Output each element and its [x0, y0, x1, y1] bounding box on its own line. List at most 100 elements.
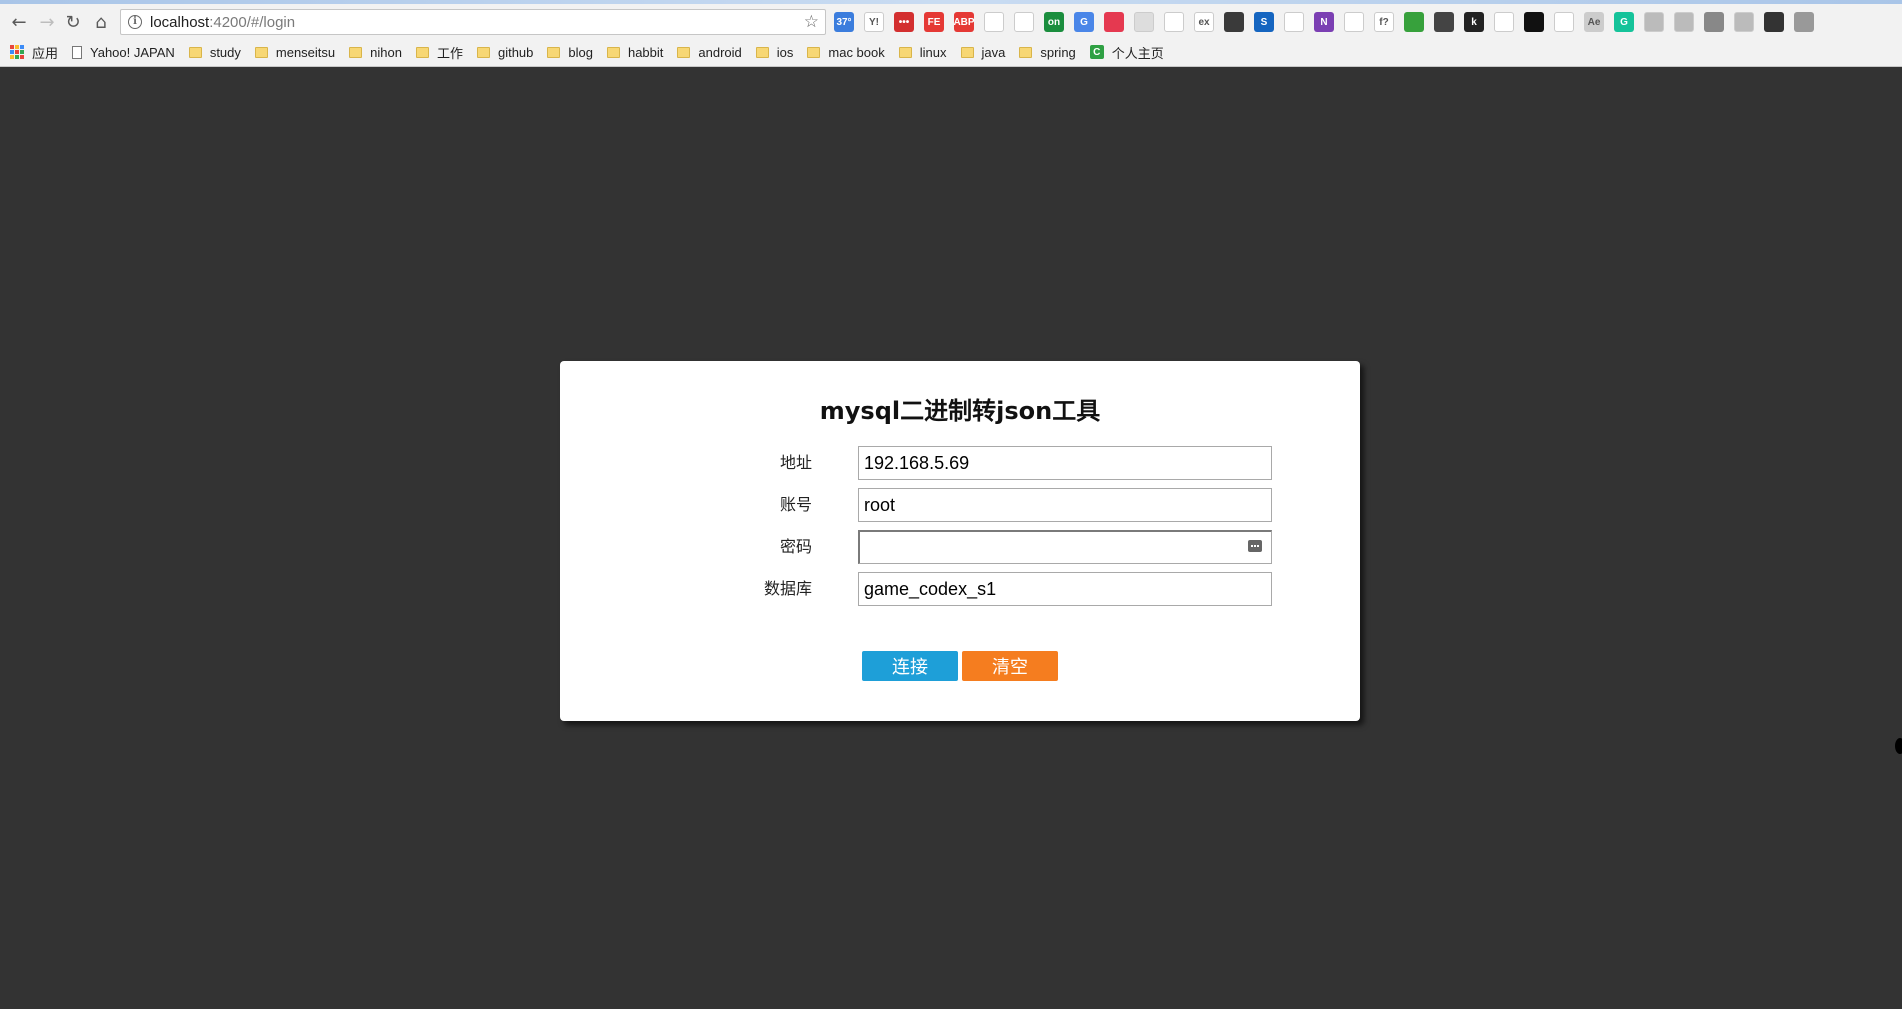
bookmark-label: blog: [568, 44, 593, 60]
info-icon[interactable]: i: [128, 15, 142, 29]
bookmark-label: java: [981, 44, 1006, 60]
on-icon[interactable]: on: [1044, 12, 1064, 32]
password-input[interactable]: [858, 530, 1272, 564]
download-icon[interactable]: [1764, 12, 1784, 32]
bookmark-star-icon[interactable]: ☆: [804, 12, 819, 32]
bookmark-item[interactable]: study: [188, 44, 241, 60]
database-row: 数据库: [720, 572, 1272, 606]
screen-ext-icon[interactable]: [1794, 12, 1814, 32]
browser-chrome: ← → ↻ ⌂ i localhost:4200/#/login ☆ 37° Y!…: [0, 0, 1902, 67]
folder-icon: [606, 46, 620, 58]
folder-icon: [1019, 46, 1033, 58]
bookmark-label: study: [209, 44, 241, 60]
bookmark-item[interactable]: menseitsu: [254, 44, 336, 60]
browser-toolbar: ← → ↻ ⌂ i localhost:4200/#/login ☆ 37° Y!…: [0, 5, 1902, 39]
bookmark-label: 个人主页: [1111, 45, 1164, 61]
bookmark-label: linux: [919, 44, 947, 60]
panel-icon[interactable]: [1344, 12, 1364, 32]
home-icon[interactable]: ⌂: [90, 11, 112, 33]
apps-grid-icon: [10, 45, 24, 59]
bookmark-apps[interactable]: 应用: [0, 43, 58, 62]
database-label: 数据库: [763, 579, 812, 598]
folder-icon: [677, 46, 691, 58]
bookmark-item[interactable]: spring: [1019, 44, 1076, 60]
shield-ext-icon[interactable]: [1644, 12, 1664, 32]
person-ext-icon[interactable]: [1674, 12, 1694, 32]
reload-icon[interactable]: ↻: [62, 11, 84, 33]
s-icon[interactable]: S: [1254, 12, 1274, 32]
k-icon[interactable]: k: [1464, 12, 1484, 32]
bookmark-label: 工作: [436, 45, 463, 61]
bookmark-label: github: [497, 44, 534, 60]
folder-icon: [254, 46, 268, 58]
cat-icon[interactable]: [1224, 12, 1244, 32]
folder-icon: [755, 46, 769, 58]
grammarly-icon[interactable]: G: [1614, 12, 1634, 32]
address-label: 地址: [779, 453, 812, 472]
link-icon[interactable]: [1554, 12, 1574, 32]
bookmark-label: 应用: [32, 45, 59, 61]
forward-icon[interactable]: →: [36, 11, 58, 33]
bookmark-item[interactable]: java: [960, 44, 1006, 60]
translate-icon[interactable]: G: [1074, 12, 1094, 32]
bookmark-item[interactable]: Yahoo! JAPAN: [72, 45, 175, 60]
tampermonkey-icon[interactable]: [1524, 12, 1544, 32]
fe-icon[interactable]: FE: [924, 12, 944, 32]
bookmark-item[interactable]: ios: [755, 44, 794, 60]
bookmark-item[interactable]: 工作: [415, 43, 463, 62]
bookmark-label: spring: [1040, 44, 1076, 60]
dialog-title: mysql二进制转json工具: [819, 397, 1101, 425]
onenote-icon[interactable]: N: [1314, 12, 1334, 32]
bookmark-item[interactable]: C 个人主页: [1089, 43, 1164, 62]
folder-icon: [898, 46, 912, 58]
bookmark-item[interactable]: nihon: [349, 45, 402, 60]
address-bar[interactable]: i localhost:4200/#/login ☆: [120, 9, 826, 35]
qr-icon[interactable]: [1434, 12, 1454, 32]
bookmark-label: ios: [776, 44, 794, 60]
grey-ext-icon[interactable]: [1134, 12, 1154, 32]
ae-icon[interactable]: Ae: [1584, 12, 1604, 32]
folder-icon: [547, 46, 561, 58]
fx-icon[interactable]: f?: [1374, 12, 1394, 32]
spy-icon[interactable]: [1704, 12, 1724, 32]
eyedropper-icon[interactable]: [984, 12, 1004, 32]
connect-button[interactable]: 连接: [862, 651, 958, 681]
bookmarks-bar: 应用 Yahoo! JAPAN study menseitsu nihon 工作 gith…: [0, 41, 1902, 63]
pocket-icon[interactable]: [1104, 12, 1124, 32]
tab-strip: [0, 0, 1902, 4]
bookmark-item[interactable]: mac book: [807, 45, 885, 60]
address-input[interactable]: [858, 446, 1272, 480]
bookmark-item[interactable]: habbit: [606, 44, 664, 60]
yahoo-icon[interactable]: Y!: [864, 12, 884, 32]
password-row: 密码: [720, 530, 1272, 564]
password-label: 密码: [779, 537, 812, 556]
account-input[interactable]: [858, 488, 1272, 522]
address-row: 地址: [720, 446, 1272, 480]
bookmark-item[interactable]: linux: [898, 44, 947, 60]
bird-icon[interactable]: [1164, 12, 1184, 32]
ext-red-dots-icon[interactable]: •••: [894, 12, 914, 32]
adblock-icon[interactable]: ABP: [953, 12, 975, 32]
bookmark-label: menseitsu: [275, 44, 336, 60]
folder-icon: [807, 46, 821, 58]
bookmark-item[interactable]: blog: [547, 45, 593, 60]
page-icon: [72, 45, 83, 59]
back-icon[interactable]: ←: [8, 11, 30, 33]
tree-icon[interactable]: [1284, 12, 1304, 32]
image-ext-icon[interactable]: [1734, 12, 1754, 32]
folder-icon: [188, 46, 202, 58]
bookmark-item[interactable]: android: [677, 44, 742, 60]
weather-icon[interactable]: 37°: [834, 12, 854, 32]
penguin-icon[interactable]: [1494, 12, 1514, 32]
bookmark-label: android: [698, 44, 742, 60]
url-text: localhost:4200/#/login: [150, 13, 296, 31]
green-ext-icon[interactable]: [1404, 12, 1424, 32]
bookmark-label: habbit: [627, 44, 664, 60]
refresh-ext-icon[interactable]: [1014, 12, 1034, 32]
ex-icon[interactable]: ex: [1194, 12, 1214, 32]
clear-button[interactable]: 清空: [962, 651, 1058, 681]
database-input[interactable]: [858, 572, 1272, 606]
bookmark-item[interactable]: github: [476, 44, 534, 60]
folder-icon: [415, 46, 429, 58]
homepage-icon: C: [1089, 45, 1104, 59]
